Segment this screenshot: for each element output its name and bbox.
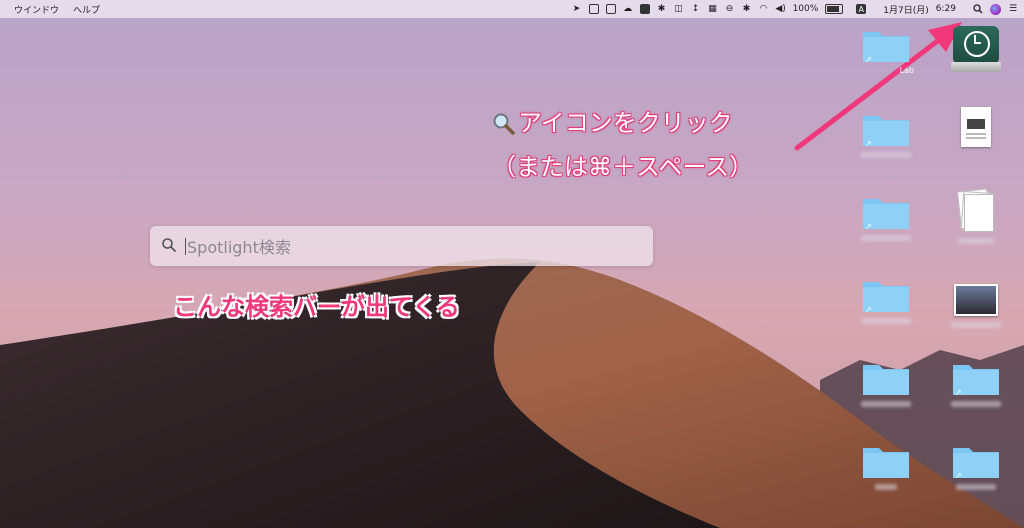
blurred-label — [861, 401, 911, 407]
blurred-label — [861, 152, 911, 158]
blurred-label — [956, 484, 996, 490]
alias-arrow-icon: ↗ — [865, 222, 872, 231]
desktop-photo[interactable] — [940, 278, 1012, 328]
folder-icon: ↗ — [863, 112, 909, 148]
blurred-label — [951, 401, 1001, 407]
blurred-label — [958, 238, 994, 244]
desktop-folder[interactable]: ↗ Lab — [850, 28, 922, 75]
folder-icon: ↗ — [953, 361, 999, 397]
desktop-folder[interactable]: ↗ — [940, 361, 1012, 407]
folder-icon: ↗ — [953, 444, 999, 480]
alias-arrow-icon: ↗ — [865, 55, 872, 64]
desktop-document[interactable] — [940, 107, 1012, 147]
folder-icon: ↗ — [863, 278, 909, 314]
folder-icon: ↗ — [863, 195, 909, 231]
time-machine-icon — [951, 26, 1001, 72]
blurred-label — [861, 235, 911, 241]
desktop-folder[interactable]: ↗ — [940, 444, 1012, 490]
folder-icon — [863, 444, 909, 478]
photo-icon — [954, 284, 998, 316]
document-icon — [961, 107, 991, 147]
desktop-folder[interactable]: ↗ — [850, 112, 922, 158]
blurred-label — [875, 484, 897, 490]
desktop-drive[interactable] — [940, 26, 1012, 72]
desktop-folder[interactable] — [850, 444, 922, 490]
blurred-label — [951, 322, 1001, 328]
folder-icon — [863, 361, 909, 395]
desktop-folder[interactable]: ↗ — [850, 278, 922, 324]
alias-arrow-icon: ↗ — [865, 139, 872, 148]
desktop-item-label: Lab — [899, 66, 914, 75]
alias-arrow-icon: ↗ — [955, 471, 962, 480]
desktop-document-stack[interactable] — [940, 188, 1012, 244]
blurred-label — [861, 318, 911, 324]
folder-icon: ↗ — [863, 28, 909, 64]
desktop: ウインドウ ヘルプ ➤ ☁ ✱ ◫ ↕ ▦ ⊖ ✱ ◠ ◀) 100% A 1月… — [0, 0, 1024, 528]
alias-arrow-icon: ↗ — [865, 305, 872, 314]
document-stack-icon — [957, 188, 994, 232]
desktop-folder[interactable]: ↗ — [850, 195, 922, 241]
alias-arrow-icon: ↗ — [955, 388, 962, 397]
desktop-folder[interactable] — [850, 361, 922, 407]
